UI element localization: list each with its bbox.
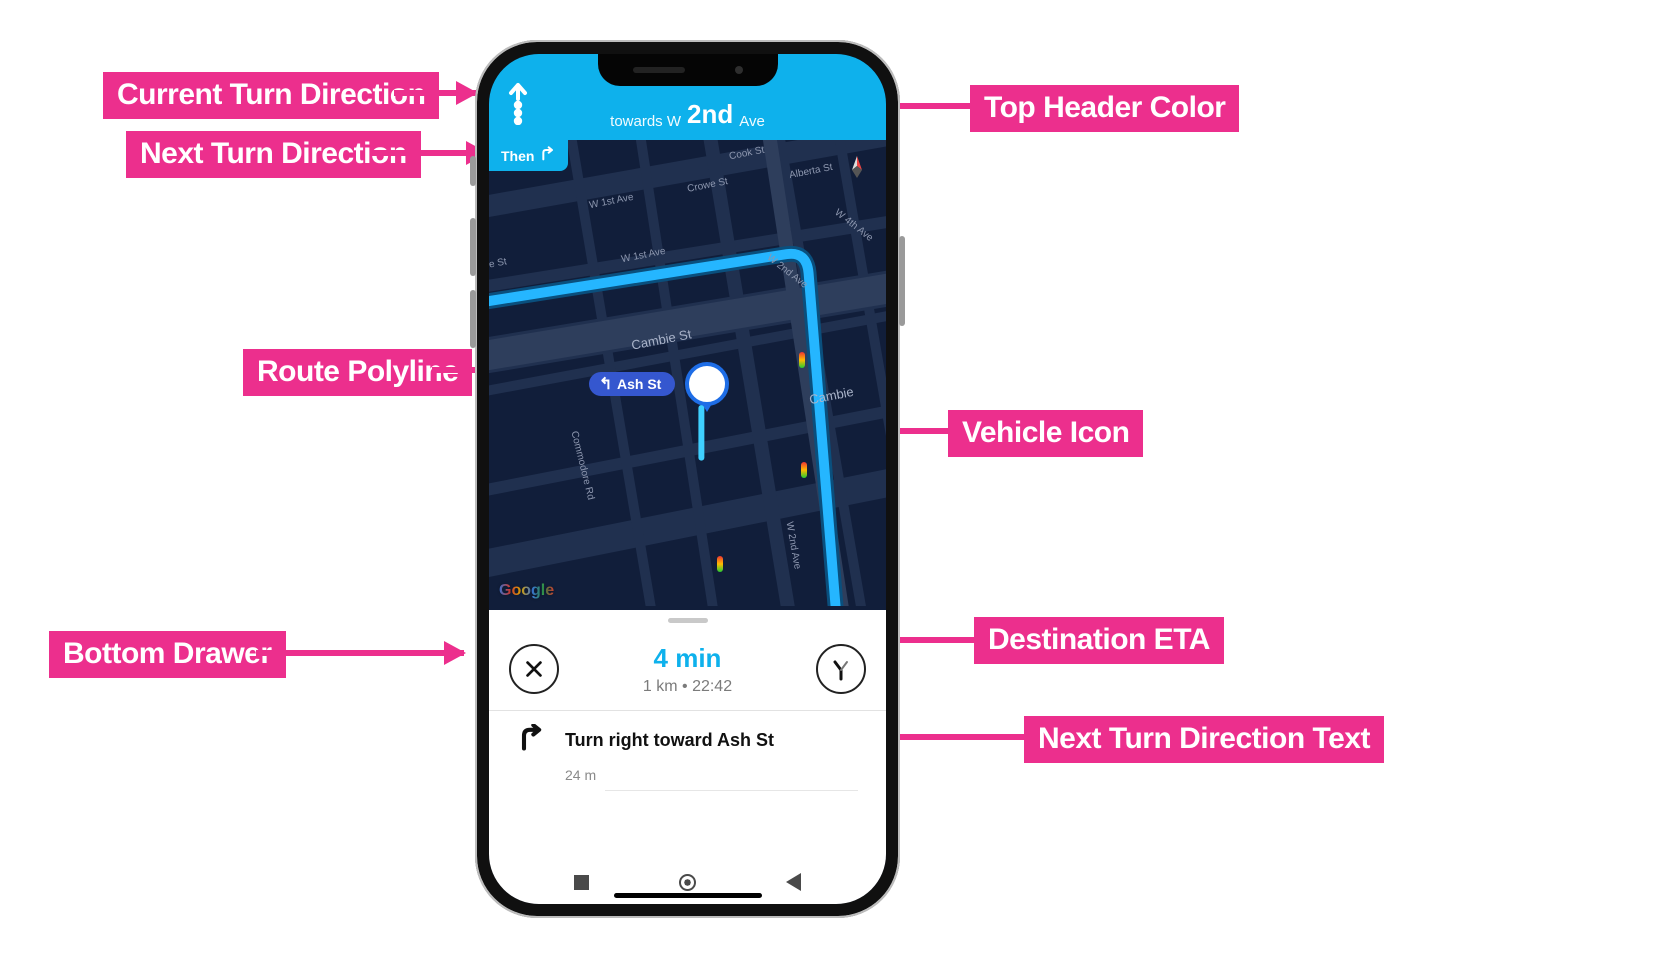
ash-street-pill[interactable]: Ash St bbox=[589, 372, 675, 396]
label-next-turn-direction-text: Next Turn Direction Text bbox=[1024, 716, 1384, 763]
drawer-handle[interactable] bbox=[668, 618, 708, 623]
header-suffix: Ave bbox=[739, 113, 765, 130]
phone-mockup: towards W 2nd Ave Then bbox=[475, 40, 900, 918]
next-turn-chip[interactable]: Then bbox=[489, 140, 568, 171]
arrow-icon bbox=[256, 650, 464, 656]
then-label: Then bbox=[501, 148, 534, 164]
phone-screen: towards W 2nd Ave Then bbox=[489, 54, 886, 904]
map-view[interactable]: Cook St Alberta St W 1st Ave Crowe St W … bbox=[489, 140, 886, 610]
label-current-turn-direction: Current Turn Direction bbox=[103, 72, 439, 119]
vehicle-icon bbox=[685, 362, 729, 406]
next-turn-text: Turn right toward Ash St bbox=[565, 730, 774, 751]
next-turn-distance: 24 m bbox=[565, 767, 858, 783]
back-button[interactable] bbox=[786, 873, 801, 891]
traffic-light-icon bbox=[717, 556, 723, 572]
header-prefix: towards W bbox=[610, 113, 681, 130]
eta-time: 4 min bbox=[579, 643, 796, 674]
straight-dotted-icon bbox=[507, 81, 529, 130]
label-top-header-color: Top Header Color bbox=[970, 85, 1239, 132]
label-vehicle-icon: Vehicle Icon bbox=[948, 410, 1143, 457]
arrow-icon bbox=[372, 150, 486, 156]
label-destination-eta: Destination ETA bbox=[974, 617, 1224, 664]
arrow-icon bbox=[394, 90, 476, 96]
compass-icon[interactable] bbox=[844, 154, 870, 180]
home-indicator bbox=[614, 893, 762, 898]
google-attribution: Google bbox=[499, 582, 554, 600]
home-button[interactable] bbox=[679, 874, 696, 891]
eta-sub: 1 km • 22:42 bbox=[579, 678, 796, 696]
right-turn-icon bbox=[540, 146, 556, 165]
label-bottom-drawer: Bottom Drawer bbox=[49, 631, 286, 678]
bottom-drawer[interactable]: 4 min 1 km • 22:42 Turn right toward Ash… bbox=[489, 610, 886, 860]
header-street: 2nd bbox=[687, 99, 733, 130]
route-options-button[interactable] bbox=[816, 644, 866, 694]
overview-button[interactable] bbox=[574, 875, 589, 890]
close-button[interactable] bbox=[509, 644, 559, 694]
right-turn-icon bbox=[517, 724, 545, 757]
traffic-light-icon bbox=[799, 352, 805, 368]
traffic-light-icon bbox=[801, 462, 807, 478]
notch bbox=[598, 54, 778, 86]
